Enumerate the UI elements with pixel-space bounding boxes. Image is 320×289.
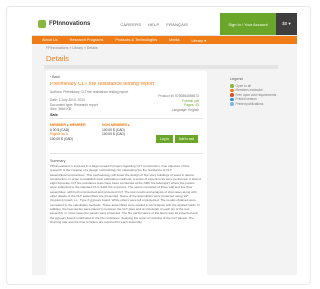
top-nav: CAREERS HELP FRANÇAIS xyxy=(120,22,195,27)
document-pages: Pages: 43 xyxy=(184,103,199,107)
legend-item: Printed publications xyxy=(230,102,290,106)
top-nav-help[interactable]: HELP xyxy=(148,22,159,27)
document-type: Document type: Research report xyxy=(50,102,98,107)
member-price-2: 100.00 $ (CAD) xyxy=(50,136,73,141)
screenshot-frame: FPInnovations CAREERS HELP FRANÇAIS Sign… xyxy=(6,6,311,285)
nav-media[interactable]: Media xyxy=(169,38,179,42)
logo-icon xyxy=(38,20,46,28)
back-link[interactable]: ‹ Back xyxy=(50,75,60,79)
divider xyxy=(50,153,203,154)
top-bar: FPInnovations CAREERS HELP FRANÇAIS Sign… xyxy=(32,13,297,36)
sub-bar xyxy=(44,65,278,69)
legend-dot-icon xyxy=(230,84,234,88)
sale-heading: Sale xyxy=(50,113,58,117)
nav-about[interactable]: About Us xyxy=(42,38,58,42)
document-language: Language: English xyxy=(171,107,199,112)
legend-dot-icon xyxy=(230,88,234,93)
nonmember-prices: NON MEMBER ▸ 100.00 $ (CAD) 100.00 $ (CA… xyxy=(102,123,130,137)
document-title: Preliminary CLT fire resistance testing … xyxy=(50,82,155,87)
top-nav-language[interactable]: FRANÇAIS xyxy=(166,22,188,27)
document-authors: Authors: Preliminary CLT fire resistance… xyxy=(50,90,129,94)
document-size: Size: 3664 KB xyxy=(50,107,71,111)
nav-research[interactable]: Research Programs xyxy=(70,38,104,42)
summary-text: FPInnovations is involved in a large res… xyxy=(50,164,201,224)
legend-dot-icon xyxy=(230,97,234,102)
top-nav-careers[interactable]: CAREERS xyxy=(120,22,141,27)
nav-products[interactable]: Products & Technologies xyxy=(115,38,157,42)
legend-dot-icon xyxy=(230,93,234,97)
website-screenshot: FPInnovations CAREERS HELP FRANÇAIS Sign… xyxy=(32,13,297,275)
logo-text: FPInnovations xyxy=(49,21,91,27)
cart-button[interactable]: $0 ▾ xyxy=(276,13,297,35)
signin-button[interactable]: Sign In / Your Account xyxy=(220,13,276,35)
login-button[interactable]: Log in xyxy=(156,135,173,143)
legend-heading: Legend xyxy=(230,77,243,81)
breadcrumb[interactable]: FPInnovations » Library » Details xyxy=(32,44,297,51)
document-format: Format: pdf xyxy=(182,98,199,103)
page-title: Details xyxy=(46,54,69,63)
nonmember-price-2: 100.00 $ (CAD) xyxy=(102,132,125,137)
main-nav: About Us Research Programs Products & Te… xyxy=(32,36,297,44)
document-date: Date: 1 July 2010, 2010 xyxy=(50,98,85,102)
document-product-id: Product Id: 9780864885673 xyxy=(158,94,199,98)
site-logo[interactable]: FPInnovations xyxy=(38,20,90,28)
divider xyxy=(50,118,203,119)
summary-heading: Summary xyxy=(50,159,66,163)
legend-panel: Legend Open to all Members exclusive Fre… xyxy=(230,77,290,106)
document-card: ‹ Back Preliminary CLT fire resistance t… xyxy=(46,71,207,275)
add-to-cart-button[interactable]: Add to cart xyxy=(175,135,198,143)
legend-dot-icon xyxy=(230,102,234,106)
nav-library[interactable]: Library ▾ xyxy=(191,38,206,43)
member-prices: MEMBER ▸ MEMBER 0.00 $ (CAD) Eligible as… xyxy=(50,123,86,141)
